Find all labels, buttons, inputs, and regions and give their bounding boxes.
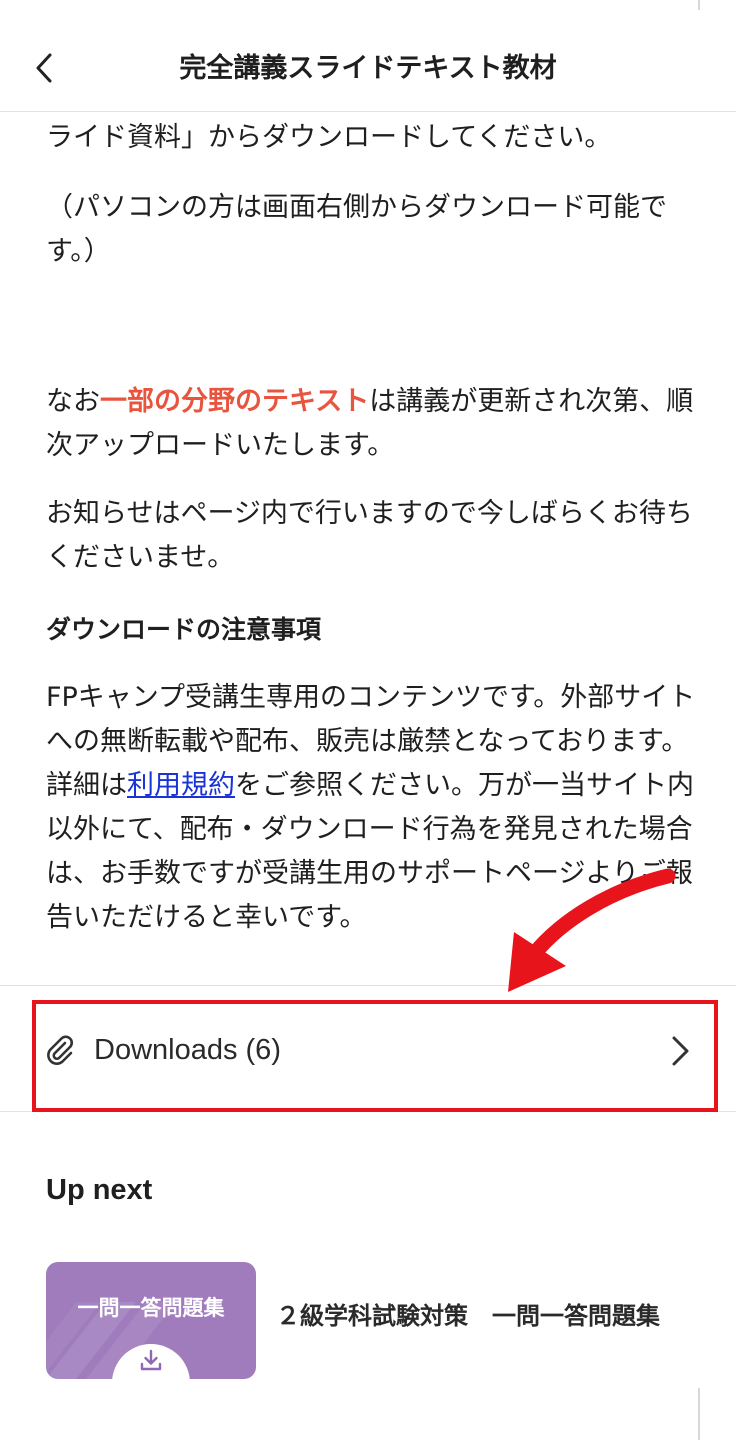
lesson-description: ライド資料」からダウンロードしてください。 （パソコンの方は画面右側からダウンロ… bbox=[46, 112, 696, 940]
chevron-right-icon bbox=[672, 1036, 689, 1066]
paragraph-announcement: お知らせはページ内で行いますので今しばらくお待ちくださいませ。 bbox=[46, 498, 693, 573]
paragraph-pc-note: （パソコンの方は画面右側からダウンロード可能です。） bbox=[46, 192, 667, 267]
notice-text-pre: なお bbox=[46, 386, 100, 417]
paragraph-terms: FPキャンプ受講生専用のコンテンツです。外部サイトへの無断転載や配布、販売は厳禁… bbox=[46, 676, 696, 940]
divider bbox=[0, 1111, 736, 1112]
downloads-label[interactable]: Downloads (6) bbox=[94, 1028, 281, 1072]
page-title: 完全講義スライドテキスト教材 bbox=[179, 53, 557, 84]
back-button[interactable] bbox=[22, 40, 66, 96]
edge-divider bbox=[698, 0, 700, 10]
lesson-page: 完全講義スライドテキスト教材 ライド資料」からダウンロードしてください。 （パソ… bbox=[0, 0, 736, 1440]
up-next-thumbnail[interactable]: 一問一答問題集 bbox=[46, 1262, 256, 1379]
section-heading: ダウンロードの注意事項 bbox=[46, 615, 322, 644]
highlight-text: 一部の分野のテキスト bbox=[100, 386, 370, 417]
edge-divider bbox=[698, 1388, 700, 1440]
terms-link[interactable]: 利用規約 bbox=[127, 770, 235, 801]
up-next-item-title[interactable]: ２級学科試験対策 一問一答問題集 bbox=[276, 1296, 660, 1331]
download-icon[interactable] bbox=[139, 1348, 163, 1372]
paperclip-icon bbox=[47, 1035, 73, 1065]
up-next-heading: Up next bbox=[46, 1174, 153, 1206]
paragraph-upload-notice: なお一部の分野のテキストは講義が更新され次第、順次アップロードいたします。 bbox=[46, 380, 696, 468]
thumbnail-title: 一問一答問題集 bbox=[77, 1296, 225, 1320]
paragraph-download-instruction: ライド資料」からダウンロードしてください。 bbox=[46, 122, 612, 153]
top-navigation-bar: 完全講義スライドテキスト教材 bbox=[0, 0, 736, 112]
chevron-left-icon bbox=[36, 53, 52, 83]
